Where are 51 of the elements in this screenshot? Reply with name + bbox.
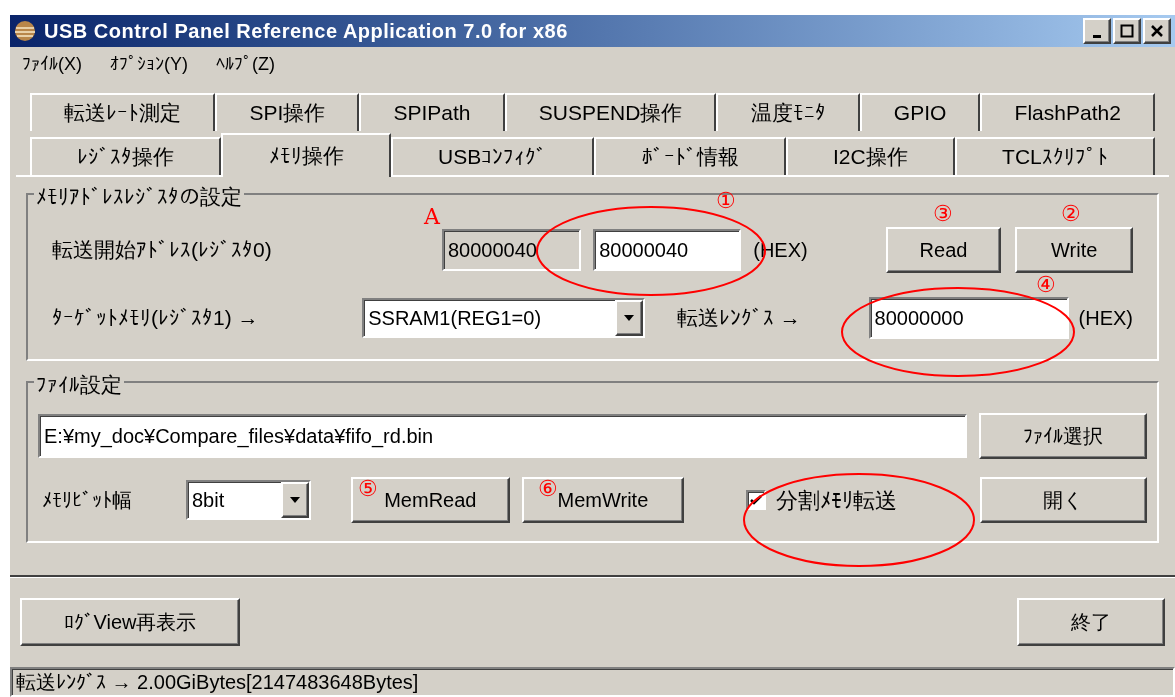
field-label: ﾀｰｹﾞｯﾄﾒﾓﾘ(ﾚｼﾞｽﾀ1) →: [52, 305, 260, 332]
window-title: USB Control Panel Reference Application 7.0 for x86: [44, 19, 569, 44]
close-button[interactable]: [1143, 18, 1171, 44]
dropdown[interactable]: 8bit: [185, 480, 311, 520]
tab[interactable]: ﾚｼﾞｽﾀ操作: [30, 137, 222, 175]
app-icon: [14, 20, 36, 42]
minimize-icon: [1093, 34, 1101, 38]
dropdown[interactable]: SSRAM1(REG1=0): [362, 298, 645, 338]
tab[interactable]: USBｺﾝﾌｨｸﾞ: [390, 137, 595, 175]
tab[interactable]: SPI操作: [215, 93, 360, 131]
annotation-label: ②: [1061, 203, 1081, 225]
tab[interactable]: 転送ﾚｰﾄ測定: [30, 93, 216, 131]
address-input[interactable]: 80000040: [593, 229, 742, 271]
file-path-input[interactable]: E:¥my_doc¥Compare_files¥data¥fifo_rd.bin: [38, 414, 968, 458]
button[interactable]: ﾌｧｲﾙ選択: [979, 413, 1147, 459]
readonly-field: 80000040: [441, 229, 582, 271]
menu-item[interactable]: ｵﾌﾟｼｮﾝ(Y): [110, 50, 188, 78]
minimize-button[interactable]: [1083, 18, 1111, 44]
annotation-label: ③: [933, 203, 953, 225]
button[interactable]: Write: [1015, 227, 1133, 273]
tab[interactable]: GPIO: [859, 93, 981, 131]
length-input[interactable]: 80000000: [868, 297, 1069, 339]
button[interactable]: 終了: [1017, 598, 1165, 646]
maximize-button[interactable]: [1113, 18, 1141, 44]
tab[interactable]: TCLｽｸﾘﾌﾟﾄ: [954, 137, 1155, 175]
button[interactable]: 開く: [979, 477, 1147, 523]
annotation-label: ④: [1036, 274, 1056, 296]
dropdown-arrow-icon: [623, 315, 634, 321]
maximize-icon: [1120, 24, 1134, 38]
annotation-label: A: [424, 206, 440, 228]
field-label: ﾒﾓﾘﾋﾞｯﾄ幅: [41, 488, 133, 513]
tab[interactable]: SPIPath: [359, 93, 505, 131]
tab[interactable]: 温度ﾓﾆﾀ: [716, 93, 860, 131]
tab[interactable]: SUSPEND操作: [504, 93, 717, 131]
dropdown-arrow-icon: [289, 497, 300, 503]
tab[interactable]: ﾒﾓﾘ操作: [221, 133, 391, 177]
annotation-label: ⑤: [358, 478, 378, 500]
tab[interactable]: FlashPath2: [980, 93, 1155, 131]
menu-item[interactable]: ﾍﾙﾌﾟ(Z): [216, 50, 275, 78]
menu-item[interactable]: ﾌｧｲﾙ(X): [22, 50, 82, 78]
tab[interactable]: ﾎﾞｰﾄﾞ情報: [594, 137, 786, 175]
close-icon: [1150, 24, 1164, 38]
annotation-label: ①: [716, 190, 736, 212]
annotation-label: ⑥: [538, 478, 558, 500]
unit-label: (HEX): [1078, 306, 1133, 331]
field-label: 転送ﾚﾝｸﾞｽ →: [676, 305, 802, 332]
status-bar: 転送ﾚﾝｸﾞｽ → 2.00GiBytes[2147483648Bytes]: [10, 667, 1175, 697]
button[interactable]: ﾛｸﾞView再表示: [20, 598, 240, 646]
tab[interactable]: I2C操作: [785, 137, 955, 175]
field-label: 転送開始ｱﾄﾞﾚｽ(ﾚｼﾞｽﾀ0): [52, 237, 273, 264]
button[interactable]: Read: [885, 227, 1002, 273]
